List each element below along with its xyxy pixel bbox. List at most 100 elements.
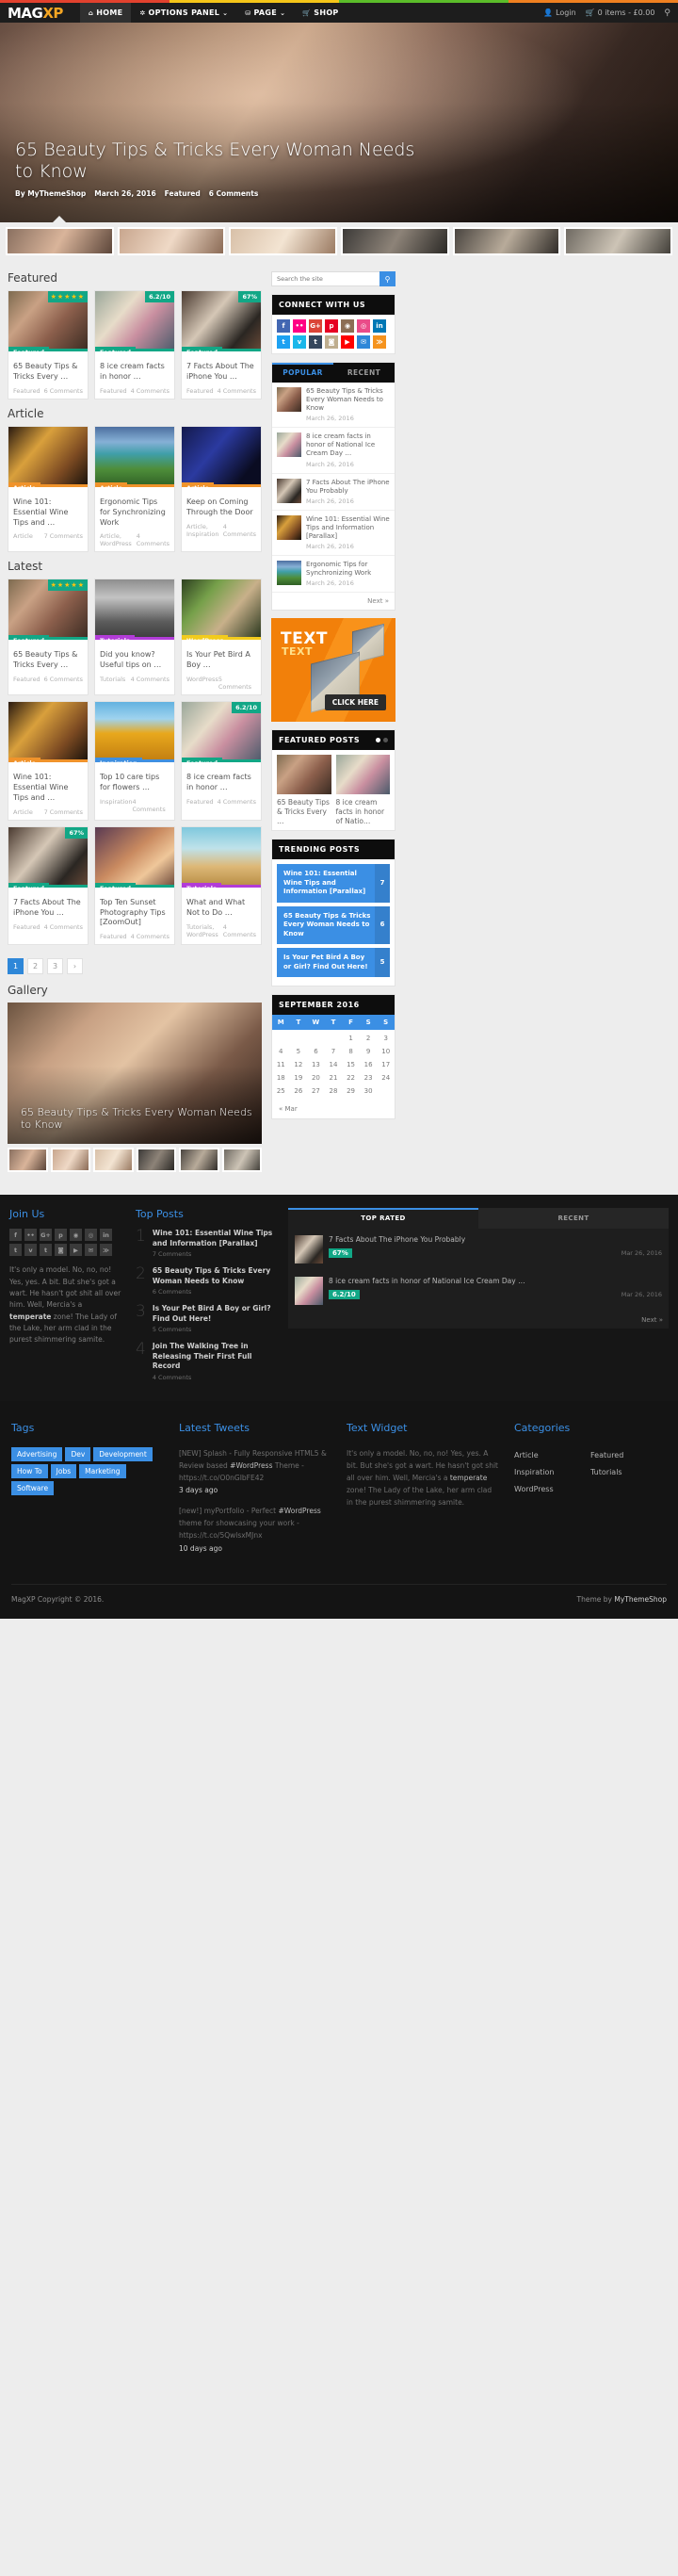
hero-title[interactable]: 65 Beauty Tips & Tricks Every Woman Need…: [15, 139, 420, 183]
tag-link[interactable]: Software: [11, 1480, 55, 1495]
advertisement-banner[interactable]: TEXT TEXT CLICK HERE: [271, 618, 396, 723]
social-icon[interactable]: ✉: [85, 1244, 97, 1257]
post-thumbnail[interactable]: 67% Featured: [8, 826, 88, 888]
post-thumbnail[interactable]: WordPress: [182, 579, 261, 641]
calendar-day[interactable]: 8: [342, 1045, 360, 1058]
calendar-day[interactable]: 13: [307, 1058, 325, 1071]
category-link[interactable]: Tutorials: [590, 1464, 667, 1481]
post-thumbnail[interactable]: 6.2/10 Featured: [182, 702, 261, 763]
tag-link[interactable]: Marketing: [79, 1463, 126, 1478]
popular-post-item[interactable]: 8 ice cream facts in honor of National I…: [272, 428, 395, 474]
top-rated-next[interactable]: Next »: [288, 1312, 669, 1329]
tag-link[interactable]: Dev: [65, 1446, 91, 1461]
post-title[interactable]: 8 ice cream facts in honor …: [100, 362, 170, 383]
carousel-dots[interactable]: [376, 738, 388, 743]
calendar-day[interactable]: 25: [272, 1084, 290, 1098]
category-tag[interactable]: Featured: [182, 347, 222, 351]
calendar-day[interactable]: 16: [360, 1058, 378, 1071]
post-category[interactable]: Tutorials, WordPress: [186, 923, 223, 938]
post-title[interactable]: 8 ice cream facts in honor of National I…: [329, 1277, 662, 1286]
post-title[interactable]: 65 Beauty Tips & Tricks Every …: [13, 362, 83, 383]
post-card[interactable]: Inspiration Top 10 care tips for flowers…: [94, 701, 175, 821]
search-toggle[interactable]: ⚲: [664, 8, 670, 18]
post-title[interactable]: Ergonomic Tips for Synchronizing Work: [100, 497, 170, 528]
post-comments[interactable]: 4 Comments: [131, 933, 170, 940]
gallery-thumb[interactable]: [8, 1148, 48, 1173]
category-tag[interactable]: WordPress: [182, 635, 229, 641]
featured-post-item[interactable]: 8 ice cream facts in honor of Natio…: [335, 755, 390, 825]
popular-post-item[interactable]: 65 Beauty Tips & Tricks Every Woman Need…: [272, 383, 395, 429]
post-comments[interactable]: 4 Comments: [132, 798, 170, 813]
post-category[interactable]: Featured: [13, 676, 40, 683]
login-link[interactable]: 👤 Login: [543, 8, 576, 17]
post-title[interactable]: Top Ten Sunset Photography Tips [ZoomOut…: [100, 898, 170, 928]
post-title[interactable]: 8 ice cream facts in honor …: [186, 773, 256, 793]
post-title[interactable]: 65 Beauty Tips & Tricks Every …: [13, 650, 83, 671]
next-page-button[interactable]: ›: [67, 958, 83, 975]
post-title[interactable]: Join The Walking Tree in Releasing Their…: [153, 1342, 277, 1372]
post-category[interactable]: Featured: [186, 387, 214, 395]
calendar-day[interactable]: 2: [360, 1032, 378, 1045]
post-title[interactable]: 7 Facts About The iPhone You Probably: [329, 1235, 662, 1245]
post-comments[interactable]: 4 Comments: [218, 798, 256, 806]
post-category[interactable]: Article: [13, 808, 33, 816]
post-title[interactable]: 8 ice cream facts in honor of National I…: [306, 432, 390, 458]
post-title[interactable]: 7 Facts About The iPhone You …: [13, 898, 83, 919]
pinterest-icon[interactable]: p: [325, 319, 338, 333]
calendar-day[interactable]: 7: [325, 1045, 343, 1058]
social-icon[interactable]: ◙: [55, 1244, 67, 1257]
post-title[interactable]: What and What Not to Do …: [186, 898, 256, 919]
social-icon[interactable]: ◎: [85, 1229, 97, 1242]
nav-item-options-panel[interactable]: ✲ OPTIONS PANEL ⌄: [131, 8, 236, 17]
popular-post-item[interactable]: 7 Facts About The iPhone You Probably Ma…: [272, 474, 395, 511]
social-icon[interactable]: t: [40, 1244, 52, 1257]
top-rated-item[interactable]: 8 ice cream facts in honor of National I…: [288, 1270, 669, 1312]
post-card[interactable]: WordPress Is Your Pet Bird A Boy … WordP…: [181, 579, 262, 696]
tab-popular[interactable]: POPULAR: [272, 363, 333, 383]
post-card[interactable]: Tutorials Did you know? Useful tips on ……: [94, 579, 175, 696]
category-tag[interactable]: Featured: [95, 347, 136, 351]
calendar-day[interactable]: 30: [360, 1084, 378, 1098]
hero-thumb[interactable]: [452, 227, 561, 255]
calendar-day[interactable]: 21: [325, 1071, 343, 1084]
nav-item-shop[interactable]: 🛒 SHOP: [294, 8, 347, 17]
category-tag[interactable]: Article: [8, 758, 41, 763]
post-title[interactable]: Wine 101: Essential Wine Tips and …: [13, 773, 83, 803]
post-comments[interactable]: 4 Comments: [218, 387, 256, 395]
facebook-icon[interactable]: f: [277, 319, 290, 333]
email-icon[interactable]: ✉: [357, 335, 370, 349]
calendar-day[interactable]: 22: [342, 1071, 360, 1084]
linkedin-icon[interactable]: in: [373, 319, 386, 333]
post-title[interactable]: Did you know? Useful tips on …: [100, 650, 170, 671]
dot[interactable]: [383, 738, 388, 743]
post-title[interactable]: Is Your Pet Bird A Boy …: [186, 650, 256, 671]
post-card[interactable]: Article Wine 101: Essential Wine Tips an…: [8, 701, 89, 821]
post-thumbnail[interactable]: Article: [182, 427, 261, 487]
post-title[interactable]: Wine 101: Essential Wine Tips and Inform…: [153, 1229, 277, 1248]
theme-name[interactable]: MyThemeShop: [614, 1595, 667, 1604]
post-thumbnail[interactable]: ★★★★★ Featured: [8, 291, 88, 351]
calendar-day[interactable]: 23: [360, 1071, 378, 1084]
post-comments[interactable]: 4 Comments: [131, 676, 170, 683]
post-thumbnail[interactable]: Tutorials: [95, 579, 174, 641]
post-comments[interactable]: 4 Comments: [131, 387, 170, 395]
post-title[interactable]: Is Your Pet Bird A Boy or Girl? Find Out…: [153, 1304, 277, 1324]
tweet-hashtag[interactable]: #WordPress: [278, 1507, 320, 1515]
post-comments[interactable]: 4 Comments: [223, 523, 256, 538]
twitter-icon[interactable]: t: [277, 335, 290, 349]
post-title[interactable]: 65 Beauty Tips & Tricks Every Woman Need…: [153, 1266, 277, 1286]
post-category[interactable]: Featured: [13, 923, 40, 931]
hero-thumb[interactable]: [229, 227, 338, 255]
social-icon[interactable]: ▶: [70, 1244, 82, 1257]
post-card[interactable]: Featured Top Ten Sunset Photography Tips…: [94, 825, 175, 946]
github-icon[interactable]: ◙: [325, 335, 338, 349]
category-tag[interactable]: Featured: [95, 882, 136, 888]
category-link[interactable]: Inspiration: [514, 1464, 590, 1481]
hero-thumb[interactable]: [117, 227, 226, 255]
gallery-slider[interactable]: 65 Beauty Tips & Tricks Every Woman Need…: [8, 1003, 262, 1145]
post-comments[interactable]: 7 Comments: [153, 1250, 277, 1258]
vimeo-icon[interactable]: v: [293, 335, 306, 349]
tab-recent[interactable]: RECENT: [333, 363, 395, 383]
top-rated-item[interactable]: 7 Facts About The iPhone You Probably 67…: [288, 1229, 669, 1270]
post-thumbnail[interactable]: Article: [8, 702, 88, 763]
